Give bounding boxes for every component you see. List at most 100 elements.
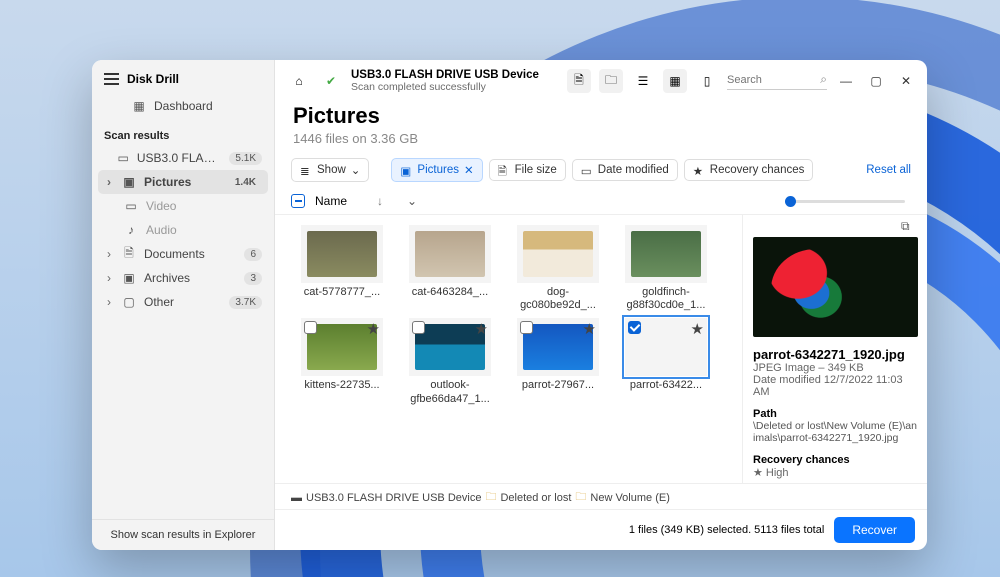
chip-label: Recovery chances — [710, 164, 805, 176]
main-panel: ⌂ ✔ USB3.0 FLASH DRIVE USB Device Scan c… — [275, 60, 927, 550]
toolbar: ⌂ ✔ USB3.0 FLASH DRIVE USB Device Scan c… — [275, 60, 927, 99]
folder-icon: 🗀 — [485, 488, 496, 507]
size-filter[interactable]: 🗎 File size — [489, 159, 566, 181]
thumbnail-item[interactable]: ★ kittens-22735... — [289, 314, 395, 405]
show-in-explorer-button[interactable]: Show scan results in Explorer — [92, 519, 274, 550]
close-icon[interactable]: ✕ — [464, 163, 474, 177]
archive-icon: ▣ — [122, 271, 136, 285]
sidebar-item-pictures[interactable]: › ▣ Pictures 1.4K — [98, 170, 268, 194]
thumbnail-item[interactable]: ★ outlook-gfbe66da47_1... — [397, 314, 503, 405]
sidebar-item-archives[interactable]: › ▣ Archives 3 — [92, 266, 274, 290]
pictures-filter[interactable]: ▣ Pictures ✕ — [391, 158, 482, 182]
select-all-checkbox[interactable] — [291, 194, 305, 208]
thumbnail-item[interactable]: ★ parrot-27967... — [505, 314, 611, 405]
star-icon[interactable]: ★ — [583, 320, 596, 338]
recover-button[interactable]: Recover — [834, 517, 915, 543]
preview-date: Date modified 12/7/2022 11:03 AM — [753, 374, 917, 398]
thumbnail-item[interactable]: cat-5778777_... — [289, 221, 395, 312]
folder-icon: 🗀 — [575, 488, 586, 507]
sidebar-item-other[interactable]: › ▢ Other 3.7K — [92, 290, 274, 314]
device-status: Scan completed successfully — [351, 81, 539, 93]
sidebar-item-video[interactable]: ▭ Video — [92, 194, 274, 218]
sort-arrow-icon[interactable]: ↓ — [377, 194, 383, 208]
status-ok-icon: ✔ — [319, 69, 343, 93]
sidebar-item-label: Archives — [144, 271, 190, 285]
thumbnail-checkbox[interactable] — [628, 321, 641, 334]
status-bar: 1 files (349 KB) selected. 5113 files to… — [275, 509, 927, 550]
star-icon[interactable]: ★ — [475, 320, 488, 338]
document-icon: 🗎 — [122, 247, 136, 261]
thumbnail-item[interactable]: dog-gc080be92d_... — [505, 221, 611, 312]
thumbnail-filename: cat-6463284_... — [403, 286, 498, 299]
sidebar-item-count: 1.4K — [229, 176, 262, 189]
sidebar-item-documents[interactable]: › 🗎 Documents 6 — [92, 242, 274, 266]
sidebar-item-label: Audio — [146, 223, 177, 237]
thumbnail-item[interactable]: cat-6463284_... — [397, 221, 503, 312]
app-title: Disk Drill — [127, 72, 179, 86]
sidebar-item-count: 3 — [244, 272, 262, 285]
preview-image — [753, 237, 918, 337]
view-grid-button[interactable]: ▦ — [663, 69, 687, 93]
sidebar-item-device[interactable]: ▭ USB3.0 FLASH DRIVE US... 5.1K — [92, 146, 274, 170]
app-window: Disk Drill ▦ Dashboard Scan results ▭ US… — [92, 60, 927, 550]
recovery-filter[interactable]: ★ Recovery chances — [684, 159, 814, 181]
thumbnail-image — [523, 231, 593, 277]
chip-label: Pictures — [417, 164, 459, 176]
thumbnail-grid: cat-5778777_... cat-6463284_... dog-gc08… — [275, 215, 742, 483]
thumbnail-filename: parrot-63422... — [619, 379, 714, 392]
drive-icon: ▬ — [291, 492, 302, 504]
view-doc-button[interactable]: 🗎 — [567, 69, 591, 93]
thumbnail-item[interactable]: goldfinch-g88f30cd0e_1... — [613, 221, 719, 312]
menu-icon[interactable] — [104, 73, 119, 85]
thumbnail-image — [415, 231, 485, 277]
chip-label: Show — [317, 164, 346, 176]
preview-filename: parrot-6342271_1920.jpg — [753, 347, 917, 362]
thumbnail-checkbox[interactable] — [520, 321, 533, 334]
minimize-button[interactable]: — — [835, 70, 857, 92]
page-title: Pictures — [293, 103, 909, 129]
sidebar-item-count: 3.7K — [229, 296, 262, 309]
list-header: Name ↓ ⌄ — [275, 188, 927, 215]
other-icon: ▢ — [122, 295, 136, 309]
breadcrumb: ▬ USB3.0 FLASH DRIVE USB Device 🗀 Delete… — [275, 483, 927, 509]
thumbnail-item[interactable]: ★ parrot-63422... — [613, 314, 719, 405]
search-field[interactable]: ⌕ — [727, 72, 827, 90]
column-name[interactable]: Name — [315, 194, 347, 208]
breadcrumb-segment[interactable]: USB3.0 FLASH DRIVE USB Device — [306, 492, 481, 504]
show-filter[interactable]: ≣ Show ⌄ — [291, 158, 369, 182]
image-icon: ▣ — [400, 164, 412, 176]
sidebar-item-count: 6 — [244, 248, 262, 261]
reset-all-button[interactable]: Reset all — [866, 164, 911, 176]
filter-row: ≣ Show ⌄ ▣ Pictures ✕ 🗎 File size ▭ Date… — [275, 154, 927, 188]
date-filter[interactable]: ▭ Date modified — [572, 159, 678, 181]
star-icon[interactable]: ★ — [691, 320, 704, 338]
maximize-button[interactable]: ▢ — [865, 70, 887, 92]
star-icon[interactable]: ★ — [367, 320, 380, 338]
page-subtitle: 1446 files on 3.36 GB — [293, 131, 909, 146]
breadcrumb-segment[interactable]: Deleted or lost — [500, 492, 571, 504]
view-list-button[interactable]: ☰ — [631, 69, 655, 93]
breadcrumb-segment[interactable]: New Volume (E) — [590, 492, 669, 504]
view-folder-button[interactable]: 🗀 — [599, 69, 623, 93]
open-external-icon[interactable]: ⧉ — [901, 219, 917, 235]
sidebar-item-count: 5.1K — [229, 152, 262, 165]
thumbnail-size-slider[interactable] — [785, 200, 905, 203]
thumbnail-checkbox[interactable] — [304, 321, 317, 334]
pictures-icon: ▣ — [122, 175, 136, 189]
video-icon: ▭ — [124, 199, 138, 213]
home-button[interactable]: ⌂ — [287, 69, 311, 93]
thumbnail-image — [631, 231, 701, 277]
sidebar-item-label: USB3.0 FLASH DRIVE US... — [137, 151, 222, 165]
close-button[interactable]: ✕ — [895, 70, 917, 92]
chevron-down-icon[interactable]: ⌄ — [407, 194, 417, 208]
view-columns-button[interactable]: ▯ — [695, 69, 719, 93]
audio-icon: ♪ — [124, 223, 138, 237]
sidebar-item-audio[interactable]: ♪ Audio — [92, 218, 274, 242]
nav-dashboard[interactable]: ▦ Dashboard — [102, 94, 264, 118]
thumbnail-filename: outlook-gfbe66da47_1... — [403, 379, 498, 405]
thumbnail-checkbox[interactable] — [412, 321, 425, 334]
star-icon: ★ — [693, 164, 705, 176]
sidebar-item-label: Video — [146, 199, 176, 213]
search-input[interactable] — [727, 74, 820, 86]
list-icon: ≣ — [300, 164, 312, 176]
